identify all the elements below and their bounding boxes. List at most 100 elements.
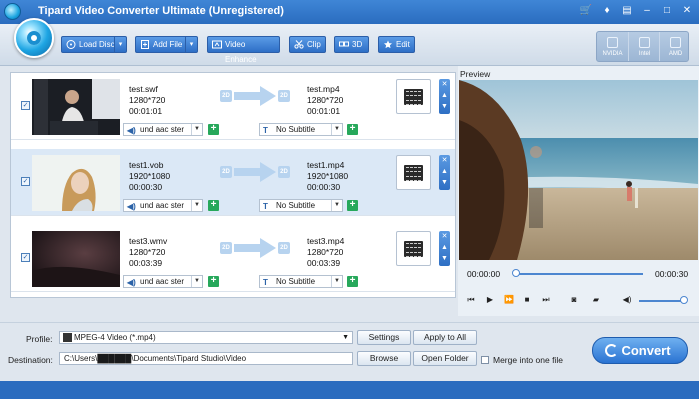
minimize-icon[interactable]: – <box>638 3 656 19</box>
remove-icon[interactable]: ✕ <box>439 79 450 90</box>
subtitle-dropdown-icon[interactable]: ▼ <box>331 200 342 211</box>
output-filename: test.mp4 <box>307 84 340 94</box>
audio-dropdown-icon[interactable]: ▼ <box>191 276 202 287</box>
open-snapshot-folder-icon[interactable]: ▰ <box>591 295 601 304</box>
audio-dropdown-icon[interactable]: ▼ <box>191 124 202 135</box>
amd-toggle[interactable]: AMD <box>659 32 690 61</box>
browse-button[interactable]: Browse <box>357 351 411 366</box>
move-down-icon[interactable]: ▼ <box>439 177 450 188</box>
remove-icon[interactable]: ✕ <box>439 231 450 242</box>
amd-label: AMD <box>668 51 683 57</box>
load-disc-dropdown-icon[interactable]: ▾ <box>114 37 126 52</box>
intel-toggle[interactable]: Intel <box>628 32 659 61</box>
output-format-button[interactable] <box>396 79 431 114</box>
file-row[interactable]: ✓ test1.vob 1920*1080 00:00:30 2D 2D tes… <box>11 149 455 216</box>
file-checkbox[interactable]: ✓ <box>21 101 30 110</box>
profile-select[interactable]: MPEG-4 Video (*.mp4) ▼ <box>59 331 353 344</box>
add-file-dropdown-icon[interactable]: ▾ <box>185 37 197 52</box>
apply-to-all-button[interactable]: Apply to All <box>413 330 477 345</box>
seek-handle[interactable] <box>512 269 520 277</box>
move-down-icon[interactable]: ▼ <box>439 101 450 112</box>
volume-icon[interactable]: ◀) <box>622 295 632 304</box>
add-file-button[interactable]: Add File ▾ <box>135 36 198 53</box>
preview-title: Preview <box>460 69 491 79</box>
menu-icon[interactable]: ▤ <box>618 3 636 19</box>
scissors-icon <box>294 40 304 49</box>
subtitle-select[interactable]: T No Subtitle ▼ <box>259 199 343 212</box>
status-bar <box>0 381 699 399</box>
close-icon[interactable]: ✕ <box>678 3 696 19</box>
clip-button[interactable]: Clip <box>289 36 326 53</box>
open-folder-button[interactable]: Open Folder <box>413 351 477 366</box>
skip-forward-icon[interactable]: ⏭ <box>541 295 551 305</box>
nvidia-toggle[interactable]: NVIDIA <box>597 32 628 61</box>
row-controls: ✕ ▲ ▼ <box>439 155 450 190</box>
register-key-icon[interactable]: ♦ <box>598 3 616 19</box>
file-checkbox[interactable]: ✓ <box>21 253 30 262</box>
output-resolution: 1280*720 <box>307 95 344 105</box>
move-up-icon[interactable]: ▲ <box>439 166 450 177</box>
subtitle-select[interactable]: T No Subtitle ▼ <box>259 275 343 288</box>
snapshot-camera-icon[interactable]: ◙ <box>569 295 579 304</box>
add-audio-button[interactable]: + <box>208 200 219 211</box>
output-2d-badge: 2D <box>278 90 290 102</box>
merge-checkbox[interactable] <box>481 356 489 364</box>
video-thumbnail[interactable] <box>32 155 120 211</box>
settings-button[interactable]: Settings <box>357 330 411 345</box>
output-format-button[interactable] <box>396 231 431 266</box>
3d-button[interactable]: 3D <box>334 36 369 53</box>
video-thumbnail[interactable] <box>32 231 120 287</box>
subtitle-select[interactable]: T No Subtitle ▼ <box>259 123 343 136</box>
audio-track-select[interactable]: ◀) und aac ster ▼ <box>123 123 203 136</box>
edit-button[interactable]: Edit <box>378 36 415 53</box>
total-time: 00:00:30 <box>655 269 689 279</box>
subtitle-dropdown-icon[interactable]: ▼ <box>331 124 342 135</box>
audio-track-select[interactable]: ◀) und aac ster ▼ <box>123 199 203 212</box>
video-thumbnail[interactable] <box>32 79 120 135</box>
file-row[interactable]: ✓ test.swf 1280*720 00:01:01 2D 2D test.… <box>11 73 455 140</box>
destination-field[interactable]: C:\Users\██████\Documents\Tipard Studio\… <box>59 352 353 365</box>
edit-label: Edit <box>396 40 410 49</box>
current-time: 00:00:00 <box>467 269 501 279</box>
source-duration: 00:03:39 <box>129 258 163 268</box>
gpu-acceleration-panel: NVIDIA Intel AMD <box>596 31 689 62</box>
film-icon <box>404 165 423 181</box>
video-enhance-button[interactable]: Video Enhance <box>207 36 280 64</box>
audio-track-select[interactable]: ◀) und aac ster ▼ <box>123 275 203 288</box>
add-audio-button[interactable]: + <box>208 124 219 135</box>
add-audio-button[interactable]: + <box>208 276 219 287</box>
subtitle-value: No Subtitle <box>276 125 316 134</box>
load-disc-label: Load Disc <box>79 40 115 49</box>
subtitle-dropdown-icon[interactable]: ▼ <box>331 276 342 287</box>
add-subtitle-button[interactable]: + <box>347 200 358 211</box>
load-disc-button[interactable]: Load Disc ▾ <box>61 36 127 53</box>
play-icon[interactable]: ▶ <box>485 295 495 304</box>
add-subtitle-button[interactable]: + <box>347 276 358 287</box>
move-down-icon[interactable]: ▼ <box>439 253 450 264</box>
file-checkbox[interactable]: ✓ <box>21 177 30 186</box>
output-duration: 00:00:30 <box>307 182 341 192</box>
audio-dropdown-icon[interactable]: ▼ <box>191 200 202 211</box>
product-logo-icon <box>14 18 54 58</box>
output-format-button[interactable] <box>396 155 431 190</box>
nvidia-label: NVIDIA <box>602 51 623 57</box>
fast-forward-icon[interactable]: ⏩ <box>504 295 514 304</box>
cart-icon[interactable]: 🛒 <box>577 3 595 19</box>
file-row[interactable]: ✓ test3.wmv 1280*720 00:03:39 2D 2D test… <box>11 225 455 292</box>
volume-slider[interactable] <box>639 300 683 302</box>
profile-dropdown-icon[interactable]: ▼ <box>342 332 349 343</box>
stop-icon[interactable]: ■ <box>522 295 532 304</box>
video-enhance-label: Video Enhance <box>225 40 257 64</box>
skip-back-icon[interactable]: ⏮ <box>466 295 476 305</box>
add-subtitle-button[interactable]: + <box>347 124 358 135</box>
seek-bar[interactable] <box>513 273 643 275</box>
volume-handle[interactable] <box>680 296 688 304</box>
move-up-icon[interactable]: ▲ <box>439 90 450 101</box>
move-up-icon[interactable]: ▲ <box>439 242 450 253</box>
destination-label: Destination: <box>8 355 53 365</box>
remove-icon[interactable]: ✕ <box>439 155 450 166</box>
output-filename: test3.mp4 <box>307 236 345 246</box>
convert-button[interactable]: Convert <box>592 337 688 364</box>
source-2d-badge: 2D <box>220 90 232 102</box>
maximize-icon[interactable]: □ <box>658 3 676 19</box>
